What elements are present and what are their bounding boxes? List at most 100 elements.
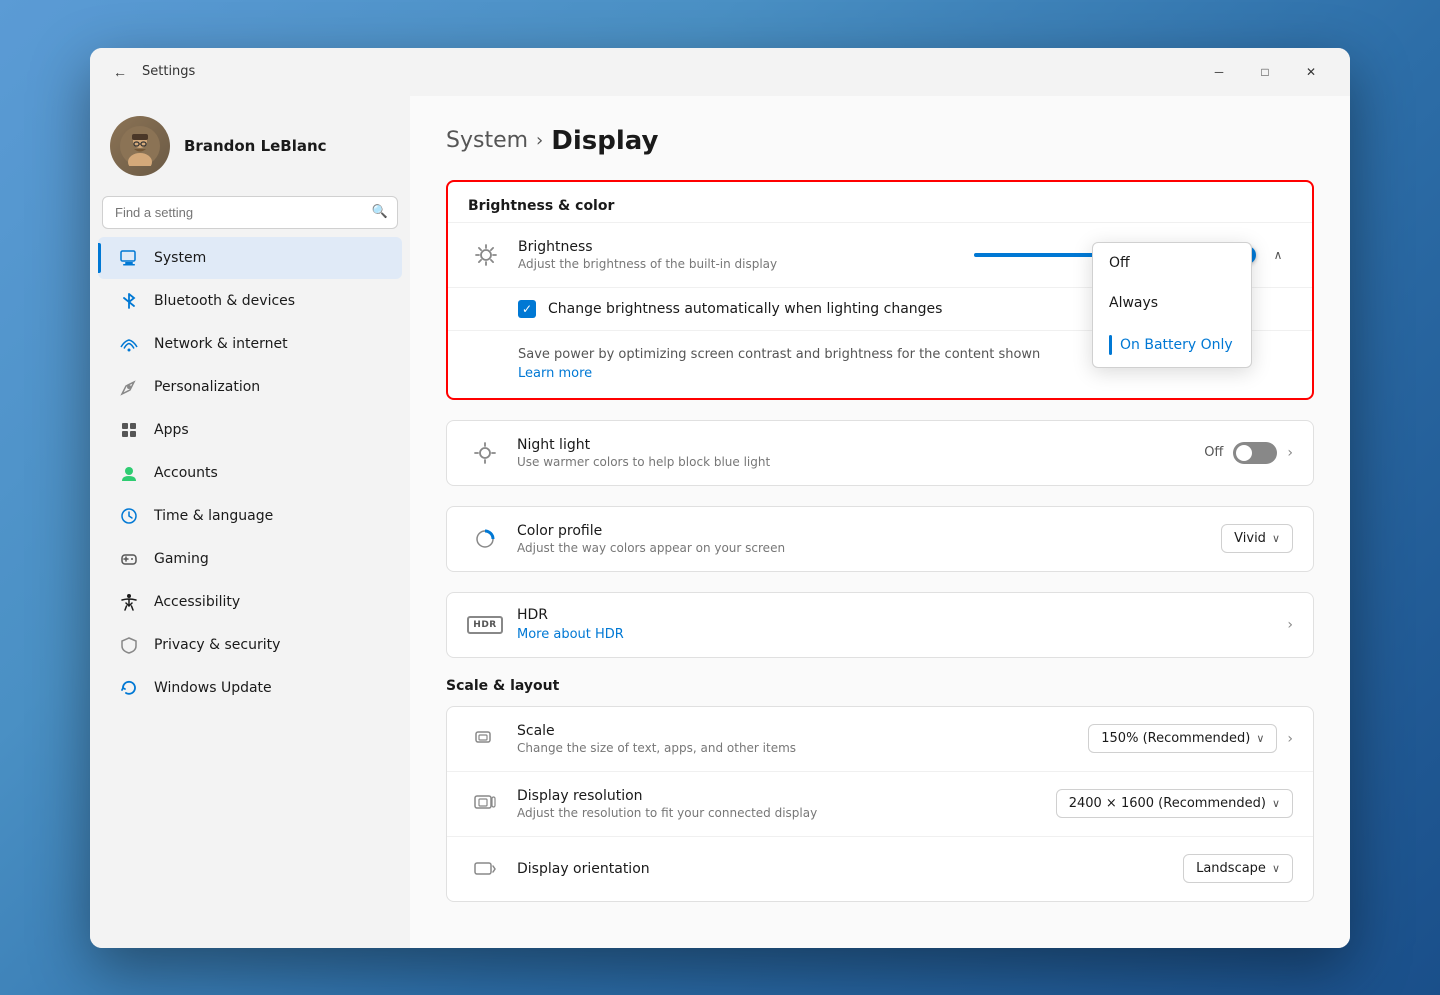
scale-dropdown-arrow: ∨: [1256, 732, 1264, 745]
brightness-collapse-button[interactable]: ∧: [1264, 241, 1292, 269]
sidebar-item-label-system: System: [154, 250, 206, 266]
sidebar-item-system[interactable]: System: [98, 237, 402, 279]
resolution-value: 2400 × 1600 (Recommended): [1069, 796, 1266, 811]
dropdown-item-always[interactable]: Always: [1093, 283, 1251, 323]
scale-chevron: ›: [1287, 731, 1293, 747]
resolution-control: 2400 × 1600 (Recommended) ∨: [1056, 789, 1293, 818]
time-icon: [118, 505, 140, 527]
hdr-icon: HDR: [467, 607, 503, 643]
night-light-icon: [467, 435, 503, 471]
color-profile-dropdown-arrow: ∨: [1272, 532, 1280, 545]
sidebar-item-bluetooth[interactable]: Bluetooth & devices: [98, 280, 402, 322]
learn-more-link[interactable]: Learn more: [518, 366, 592, 381]
orientation-value: Landscape: [1196, 861, 1266, 876]
sidebar-item-privacy[interactable]: Privacy & security: [98, 624, 402, 666]
night-light-info: Night light Use warmer colors to help bl…: [517, 437, 1204, 469]
color-profile-info: Color profile Adjust the way colors appe…: [517, 523, 1221, 555]
auto-brightness-checkbox[interactable]: ✓: [518, 300, 536, 318]
sidebar-item-time[interactable]: Time & language: [98, 495, 402, 537]
night-light-desc: Use warmer colors to help block blue lig…: [517, 455, 1204, 469]
resolution-info: Display resolution Adjust the resolution…: [517, 788, 1056, 820]
sidebar-item-label-gaming: Gaming: [154, 551, 209, 567]
sidebar-nav: System Bluetooth & devices Network & int…: [90, 237, 410, 709]
user-section: Brandon LeBlanc: [90, 104, 410, 196]
orientation-row: Display orientation Landscape ∨: [447, 836, 1313, 901]
dropdown-item-off[interactable]: Off: [1093, 243, 1251, 283]
brightness-info: Brightness Adjust the brightness of the …: [518, 239, 974, 271]
avatar[interactable]: [110, 116, 170, 176]
personalization-icon: [118, 376, 140, 398]
sidebar-item-label-personalization: Personalization: [154, 379, 260, 395]
gaming-icon: [118, 548, 140, 570]
apps-icon: [118, 419, 140, 441]
sidebar-item-label-privacy: Privacy & security: [154, 637, 280, 653]
privacy-icon: [118, 634, 140, 656]
sidebar-item-update[interactable]: Windows Update: [98, 667, 402, 709]
breadcrumb-separator: ›: [536, 130, 543, 151]
breadcrumb-parent: System: [446, 128, 528, 153]
orientation-icon: [467, 851, 503, 887]
settings-window: ← Settings ─ □ ✕: [90, 48, 1350, 948]
resolution-name: Display resolution: [517, 788, 1056, 804]
hdr-badge: HDR: [467, 616, 503, 634]
content-area: Brandon LeBlanc 🔍 System: [90, 96, 1350, 948]
search-icon: 🔍: [372, 205, 388, 220]
night-light-toggle[interactable]: [1233, 442, 1277, 464]
night-light-row: Night light Use warmer colors to help bl…: [447, 421, 1313, 485]
sidebar-item-apps[interactable]: Apps: [98, 409, 402, 451]
sidebar-item-gaming[interactable]: Gaming: [98, 538, 402, 580]
brightness-icon: [468, 237, 504, 273]
sidebar-item-personalization[interactable]: Personalization: [98, 366, 402, 408]
breadcrumb: System › Display: [446, 126, 1314, 156]
sidebar-item-accessibility[interactable]: Accessibility: [98, 581, 402, 623]
sidebar-item-network[interactable]: Network & internet: [98, 323, 402, 365]
scale-value: 150% (Recommended): [1101, 731, 1250, 746]
sidebar: Brandon LeBlanc 🔍 System: [90, 96, 410, 948]
hdr-chevron: ›: [1287, 617, 1293, 633]
brightness-section-title: Brightness & color: [448, 182, 1312, 222]
accounts-icon: [118, 462, 140, 484]
search-input[interactable]: [102, 196, 398, 229]
update-icon: [118, 677, 140, 699]
color-profile-dropdown[interactable]: Vivid ∨: [1221, 524, 1293, 553]
maximize-button[interactable]: □: [1242, 56, 1288, 88]
resolution-dropdown[interactable]: 2400 × 1600 (Recommended) ∨: [1056, 789, 1293, 818]
close-button[interactable]: ✕: [1288, 56, 1334, 88]
orientation-dropdown[interactable]: Landscape ∨: [1183, 854, 1293, 883]
selected-indicator: [1109, 335, 1112, 355]
titlebar: ← Settings ─ □ ✕: [90, 48, 1350, 96]
scale-layout-section: Scale Change the size of text, apps, and…: [446, 706, 1314, 902]
search-box: 🔍: [102, 196, 398, 229]
toggle-thumb: [1236, 445, 1252, 461]
hdr-section: HDR HDR More about HDR ›: [446, 592, 1314, 658]
orientation-info: Display orientation: [517, 861, 1183, 877]
color-profile-icon: [467, 521, 503, 557]
back-button[interactable]: ←: [106, 58, 134, 86]
color-profile-row: Color profile Adjust the way colors appe…: [447, 507, 1313, 571]
scale-desc: Change the size of text, apps, and other…: [517, 741, 1088, 755]
minimize-button[interactable]: ─: [1196, 56, 1242, 88]
night-light-name: Night light: [517, 437, 1204, 453]
system-icon: [118, 247, 140, 269]
titlebar-controls: ─ □ ✕: [1196, 56, 1334, 88]
sidebar-item-label-bluetooth: Bluetooth & devices: [154, 293, 295, 309]
sidebar-item-accounts[interactable]: Accounts: [98, 452, 402, 494]
night-light-section: Night light Use warmer colors to help bl…: [446, 420, 1314, 486]
resolution-icon: [467, 786, 503, 822]
sidebar-item-label-apps: Apps: [154, 422, 189, 438]
hdr-link[interactable]: More about HDR: [517, 627, 624, 642]
scale-icon: [467, 721, 503, 757]
brightness-name: Brightness: [518, 239, 974, 255]
night-light-state: Off: [1204, 445, 1223, 460]
brightness-color-section: Brightness & color Brightness Adjust the…: [446, 180, 1314, 400]
hdr-control: ›: [1287, 617, 1293, 633]
sidebar-item-label-accounts: Accounts: [154, 465, 218, 481]
main-content: System › Display Brightness & color Brig…: [410, 96, 1350, 948]
dropdown-item-battery[interactable]: On Battery Only: [1093, 323, 1251, 367]
sidebar-item-label-accessibility: Accessibility: [154, 594, 240, 610]
scale-dropdown[interactable]: 150% (Recommended) ∨: [1088, 724, 1277, 753]
hdr-row: HDR HDR More about HDR ›: [447, 593, 1313, 657]
color-profile-desc: Adjust the way colors appear on your scr…: [517, 541, 1221, 555]
hdr-info: HDR More about HDR: [517, 607, 1287, 642]
bluetooth-icon: [118, 290, 140, 312]
